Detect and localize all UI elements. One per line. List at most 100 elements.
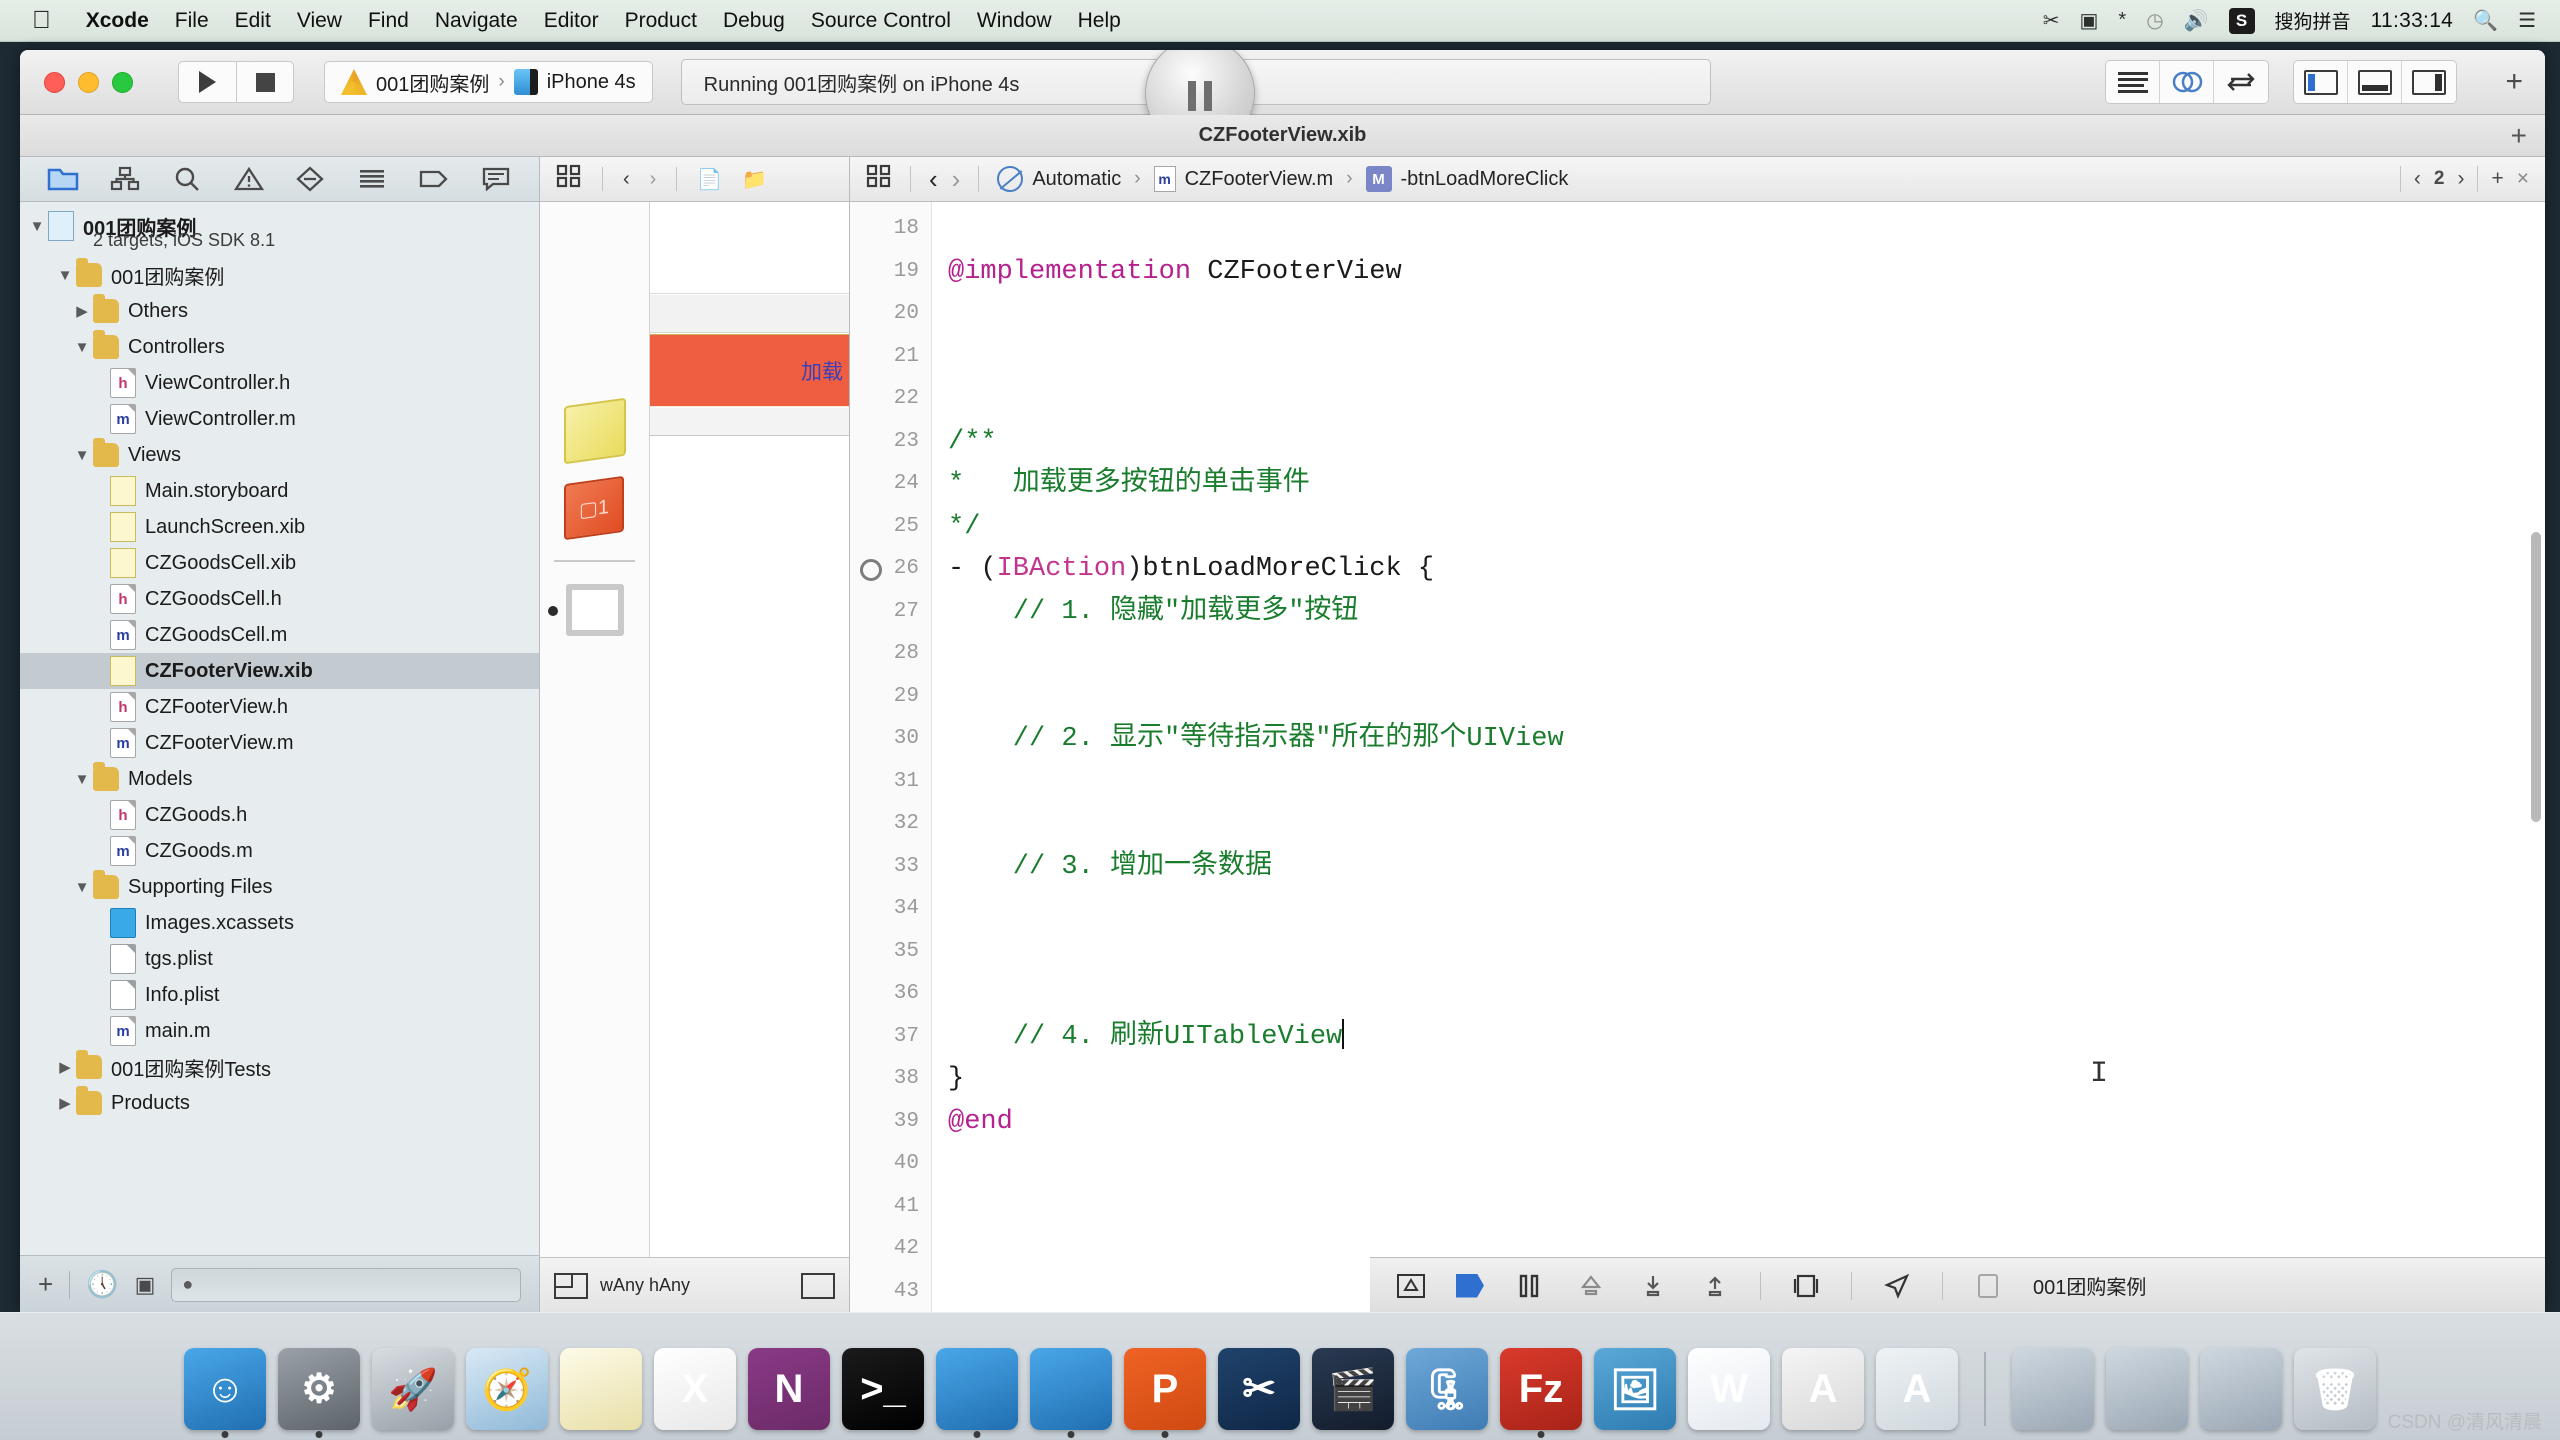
line-number[interactable]: 33 [850,846,931,889]
tree-item[interactable]: m ViewController.m [20,401,539,437]
standard-editor-icon[interactable] [2106,61,2161,103]
bluetooth-icon[interactable]: * [2118,9,2126,32]
line-number-gutter[interactable]: 18 19 20 21 22 23 24 25 26 27 28 29 30 31 32 33 34 35 36 37… [850,202,932,1313]
disclosure-triangle[interactable] [71,879,93,896]
code-line[interactable]: * 加载更多按钮的单击事件 [932,463,2545,506]
code-line[interactable]: /** [932,421,2545,464]
menu-item-source-control[interactable]: Source Control [798,9,964,33]
tree-item[interactable]: h CZGoodsCell.h [20,581,539,617]
menu-item-xcode[interactable]: Xcode [73,9,162,33]
font-book-icon[interactable]: A [1782,1348,1864,1430]
line-number[interactable]: 37 [850,1016,931,1059]
scheme-selector[interactable]: 001团购案例 › iPhone 4s [324,61,653,103]
breakpoint-navigator-icon[interactable] [403,157,465,202]
line-number[interactable]: 20 [850,293,931,336]
line-number[interactable]: 42 [850,1228,931,1271]
line-number[interactable]: 38 [850,1058,931,1101]
debug-navigator-icon[interactable] [341,157,403,202]
tree-item[interactable]: Views [20,437,539,473]
simulator-icon[interactable] [1030,1348,1112,1430]
code-line[interactable]: // 1. 隐藏"加载更多"按钮 [932,591,2545,634]
layout-icon[interactable] [801,1272,835,1299]
test-navigator-icon[interactable] [280,157,342,202]
powerpoint-icon[interactable]: P [1124,1348,1206,1430]
code-line[interactable] [932,1143,2545,1186]
title-plus-icon[interactable]: + [2511,120,2527,152]
quicktime-icon[interactable]: 🎬 [1312,1348,1394,1430]
step-into-icon[interactable] [1636,1269,1670,1303]
tree-item[interactable]: Others [20,293,539,329]
tree-item[interactable]: Models [20,761,539,797]
code-line[interactable] [932,208,2545,251]
xcode-icon[interactable] [936,1348,1018,1430]
finder-icon[interactable]: ☺ [184,1348,266,1430]
back-arrow-icon[interactable]: ‹ [623,168,630,191]
line-number[interactable]: 29 [850,676,931,719]
menu-item-help[interactable]: Help [1065,9,1134,33]
code-line[interactable] [932,293,2545,336]
line-number[interactable]: 22 [850,378,931,421]
report-navigator-icon[interactable] [465,157,527,202]
tree-item[interactable]: Controllers [20,329,539,365]
related-items-icon[interactable] [556,164,582,194]
code-line[interactable]: @end [932,1101,2545,1144]
hide-debug-area-icon[interactable] [1394,1269,1428,1303]
notes-icon[interactable] [560,1348,642,1430]
add-editor-icon[interactable]: + [2491,167,2503,191]
view-hierarchy-icon[interactable] [1789,1269,1823,1303]
location-icon[interactable] [1880,1269,1914,1303]
breakpoint-icon[interactable] [860,559,882,581]
close-editor-icon[interactable]: × [2517,167,2529,191]
line-number[interactable]: 36 [850,973,931,1016]
navigator-panel-icon[interactable] [2294,61,2349,103]
trash-icon[interactable]: 🗑 [2294,1348,2376,1430]
find-navigator-icon[interactable] [156,157,218,202]
screen-record-icon[interactable]: ▣ [2079,8,2098,33]
tree-item[interactable]: 001团购案例Tests [20,1049,539,1085]
pause-icon[interactable] [1512,1269,1546,1303]
line-number[interactable]: 35 [850,931,931,974]
forward-arrow-icon[interactable]: › [952,164,961,195]
breadcrumb-item-symbol[interactable]: -btnLoadMoreClick [1401,168,1569,191]
previous-icon[interactable]: ‹ [2414,167,2421,191]
code-line[interactable] [932,633,2545,676]
line-number[interactable]: 31 [850,761,931,804]
symbol-navigator-icon[interactable] [94,157,156,202]
code-line[interactable]: @implementation CZFooterView [932,251,2545,294]
code-line[interactable]: // 4. 刷新UITableView [932,1016,2545,1059]
folder-icon[interactable]: 📁 [742,167,767,192]
menu-item-product[interactable]: Product [612,9,710,33]
disclosure-triangle[interactable] [71,339,93,356]
filter-input[interactable]: ● [171,1267,521,1302]
code-line[interactable]: - (IBAction)btnLoadMoreClick { [932,548,2545,591]
disclosure-triangle[interactable] [71,302,93,320]
disclosure-triangle[interactable] [26,218,48,235]
load-more-button-preview[interactable]: 加载 [650,334,849,407]
excel-icon[interactable]: X [654,1348,736,1430]
tree-item[interactable]: h CZGoods.h [20,797,539,833]
tree-item[interactable]: tgs.plist [20,941,539,977]
tree-item[interactable]: h CZFooterView.h [20,689,539,725]
fontforge-icon[interactable]: A [1876,1348,1958,1430]
tree-item[interactable]: LaunchScreen.xib [20,509,539,545]
plus-icon[interactable]: + [38,1269,53,1300]
issue-navigator-icon[interactable] [218,157,280,202]
stacks-folder-icon[interactable] [2012,1348,2094,1430]
menu-item-editor[interactable]: Editor [531,9,612,33]
line-number[interactable]: 40 [850,1143,931,1186]
next-icon[interactable]: › [2457,167,2464,191]
tree-item[interactable]: Info.plist [20,977,539,1013]
filezilla-icon[interactable]: Fz [1500,1348,1582,1430]
disclosure-triangle[interactable] [54,1094,76,1112]
line-number[interactable]: 23 [850,421,931,464]
tree-item[interactable]: m CZFooterView.m [20,725,539,761]
line-number[interactable]: 32 [850,803,931,846]
source-code[interactable]: @implementation CZFooterView /** * 加载更多按钮的… [932,202,2545,1313]
line-number[interactable]: 30 [850,718,931,761]
editor-scrollbar[interactable] [2531,532,2541,822]
tree-item[interactable]: Images.xcassets [20,905,539,941]
code-line[interactable] [932,676,2545,719]
minimize-window-button[interactable] [78,71,99,93]
code-line[interactable] [932,1186,2545,1229]
tree-item[interactable]: 001团购案例 [20,257,539,293]
